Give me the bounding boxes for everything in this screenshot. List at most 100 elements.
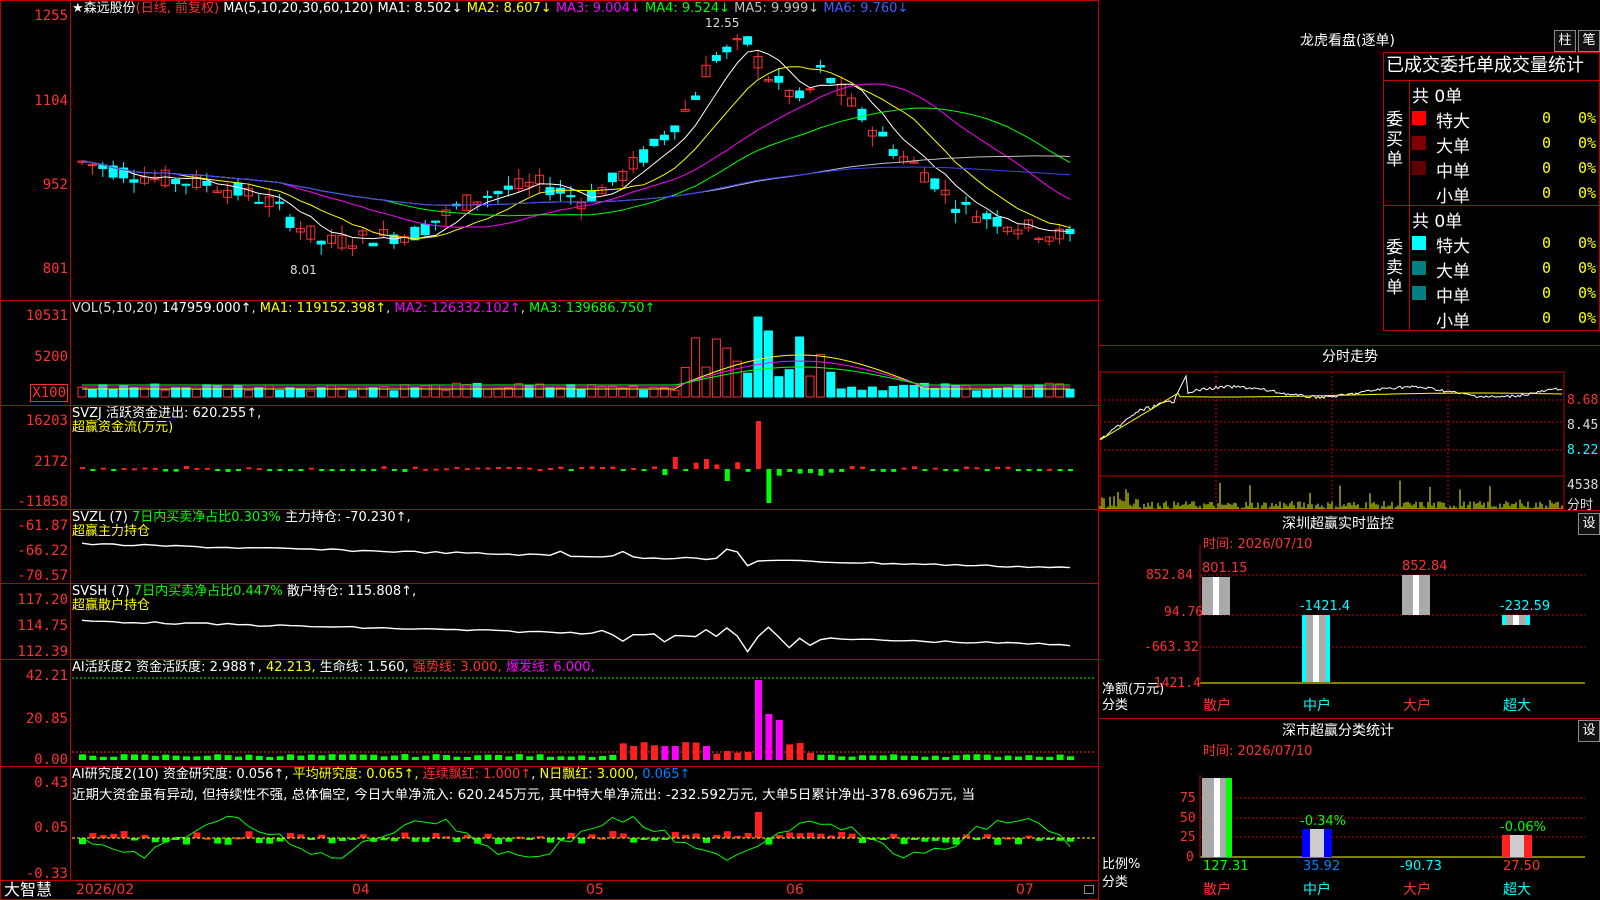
ai1-bar — [1056, 754, 1064, 760]
price-high-label: 12.55 — [705, 16, 740, 30]
ai1-bar — [183, 756, 190, 760]
sz-cat-sanhu: 散户 — [1203, 698, 1231, 714]
ai1-bar — [734, 752, 742, 760]
ma-lines — [81, 49, 1071, 240]
volume-bar — [295, 388, 305, 398]
svzj-bars — [80, 421, 1073, 503]
ma-line — [81, 155, 1071, 206]
volume-bar — [607, 385, 617, 398]
vol-header: VOL(5,10,20) 147959.000↑, MA1: 119152.39… — [72, 301, 656, 316]
volume-bar — [982, 389, 992, 398]
svzj-bar — [652, 466, 657, 469]
ai2-bar — [266, 838, 274, 844]
volume-bar — [930, 388, 940, 398]
candle-body — [483, 195, 493, 198]
ss-stats-chart — [1199, 775, 1585, 858]
ma-line — [81, 49, 1071, 240]
candle-body — [691, 95, 701, 100]
volume-bar — [493, 388, 503, 398]
lock-icon[interactable] — [1084, 885, 1094, 894]
candle-body — [639, 149, 649, 163]
svzj-bar — [828, 469, 834, 473]
volume-bar — [888, 385, 898, 398]
svzj-bar — [922, 469, 928, 471]
svzj-bar — [246, 467, 252, 470]
volume-bar — [732, 360, 742, 398]
sell-row-pct: 0% — [1578, 309, 1597, 327]
ai1-bar — [453, 756, 461, 760]
ai1-bar — [141, 754, 149, 760]
candle-body — [888, 149, 898, 156]
fs-axis-2: 8.22 — [1567, 443, 1599, 458]
sz-bar-chaoda — [1502, 615, 1530, 625]
svzj-bar — [506, 466, 512, 469]
svsh-line — [81, 619, 1071, 653]
volume-bar — [1065, 388, 1075, 398]
candle-body — [431, 220, 441, 223]
ai1-bar — [588, 756, 596, 760]
ai2-bar — [287, 833, 294, 838]
brand-logo: 大智慧 — [4, 880, 53, 899]
svzj-bar — [142, 467, 148, 470]
ai1-bar — [172, 755, 180, 760]
svzj-bar — [984, 469, 990, 471]
volume-bar — [160, 389, 170, 398]
ai1-bar — [297, 755, 305, 760]
vol-ma2: MA2: 126332.102↑ — [394, 301, 521, 316]
tick-mode-button[interactable]: 笔 — [1578, 30, 1600, 52]
volume-bar — [618, 387, 628, 398]
ss-val-zhonghu: 35.92 — [1303, 859, 1341, 874]
buy-row-label: 特大 — [1436, 112, 1470, 132]
volume-bar — [306, 390, 316, 398]
ai1-bar — [1004, 755, 1012, 760]
bar-mode-button[interactable]: 柱 — [1554, 30, 1576, 52]
ai2-bar — [245, 831, 253, 838]
volume-bar — [223, 388, 233, 398]
candle-body — [722, 46, 732, 53]
svzj-bar — [381, 466, 387, 469]
ss-settings-button[interactable]: 设 — [1578, 720, 1600, 742]
volume-bar — [805, 375, 815, 398]
ai1-bar — [817, 754, 825, 760]
svzl-axis-1: -66.22 — [17, 543, 68, 559]
svzj-bar — [589, 466, 595, 469]
ai2-bar — [744, 833, 752, 838]
svzj-bar — [787, 469, 793, 472]
period-mode[interactable]: (日线, 前复权) — [136, 1, 219, 16]
svzl-line — [81, 542, 1071, 569]
ai1-bar — [703, 746, 710, 760]
svzj-axis-0: 16203 — [25, 413, 68, 429]
svzj-bar — [974, 467, 980, 470]
volume-bar — [576, 389, 586, 398]
volume-bar — [389, 390, 399, 398]
fenshi-title[interactable]: 分时走势 — [1322, 350, 1378, 364]
svzj-bar — [735, 462, 741, 469]
ai1-axis-1: 20.85 — [25, 711, 68, 727]
ma6-value: MA6: 9.760↓ — [823, 1, 909, 16]
svzj-bar — [152, 467, 158, 470]
ai1-bar — [422, 755, 430, 760]
buy-row-count: 0 — [1542, 134, 1552, 152]
svzj-bar — [423, 468, 429, 471]
ma3-value: MA3: 9.004↓ — [555, 1, 641, 16]
price-axis-1: 1104 — [34, 93, 68, 109]
ai1-bar — [671, 746, 679, 760]
candle-body — [878, 131, 888, 137]
svzj-bar — [932, 467, 938, 470]
ai1-life: 生命线: 1.560, — [319, 660, 409, 675]
ai2-bar — [859, 838, 866, 843]
ai2-bar — [297, 834, 305, 838]
stats-tab[interactable]: 已成交委托单成交量统计 — [1386, 56, 1584, 76]
svzj-bar — [163, 469, 169, 472]
vol-axis-1: 5200 — [34, 349, 68, 365]
vol-ma1: MA1: 119152.398↑ — [259, 301, 387, 316]
volume-bar — [763, 330, 773, 398]
sz-settings-button[interactable]: 设 — [1578, 513, 1600, 535]
sell-orders-label: 委卖单 — [1386, 238, 1403, 298]
ai2-bar — [807, 832, 814, 838]
svzj-bar — [360, 469, 366, 471]
ai2-bar — [1015, 838, 1022, 845]
ai2-bar — [453, 838, 461, 843]
ai1-bar — [796, 742, 804, 760]
ai1-bar — [807, 752, 814, 760]
